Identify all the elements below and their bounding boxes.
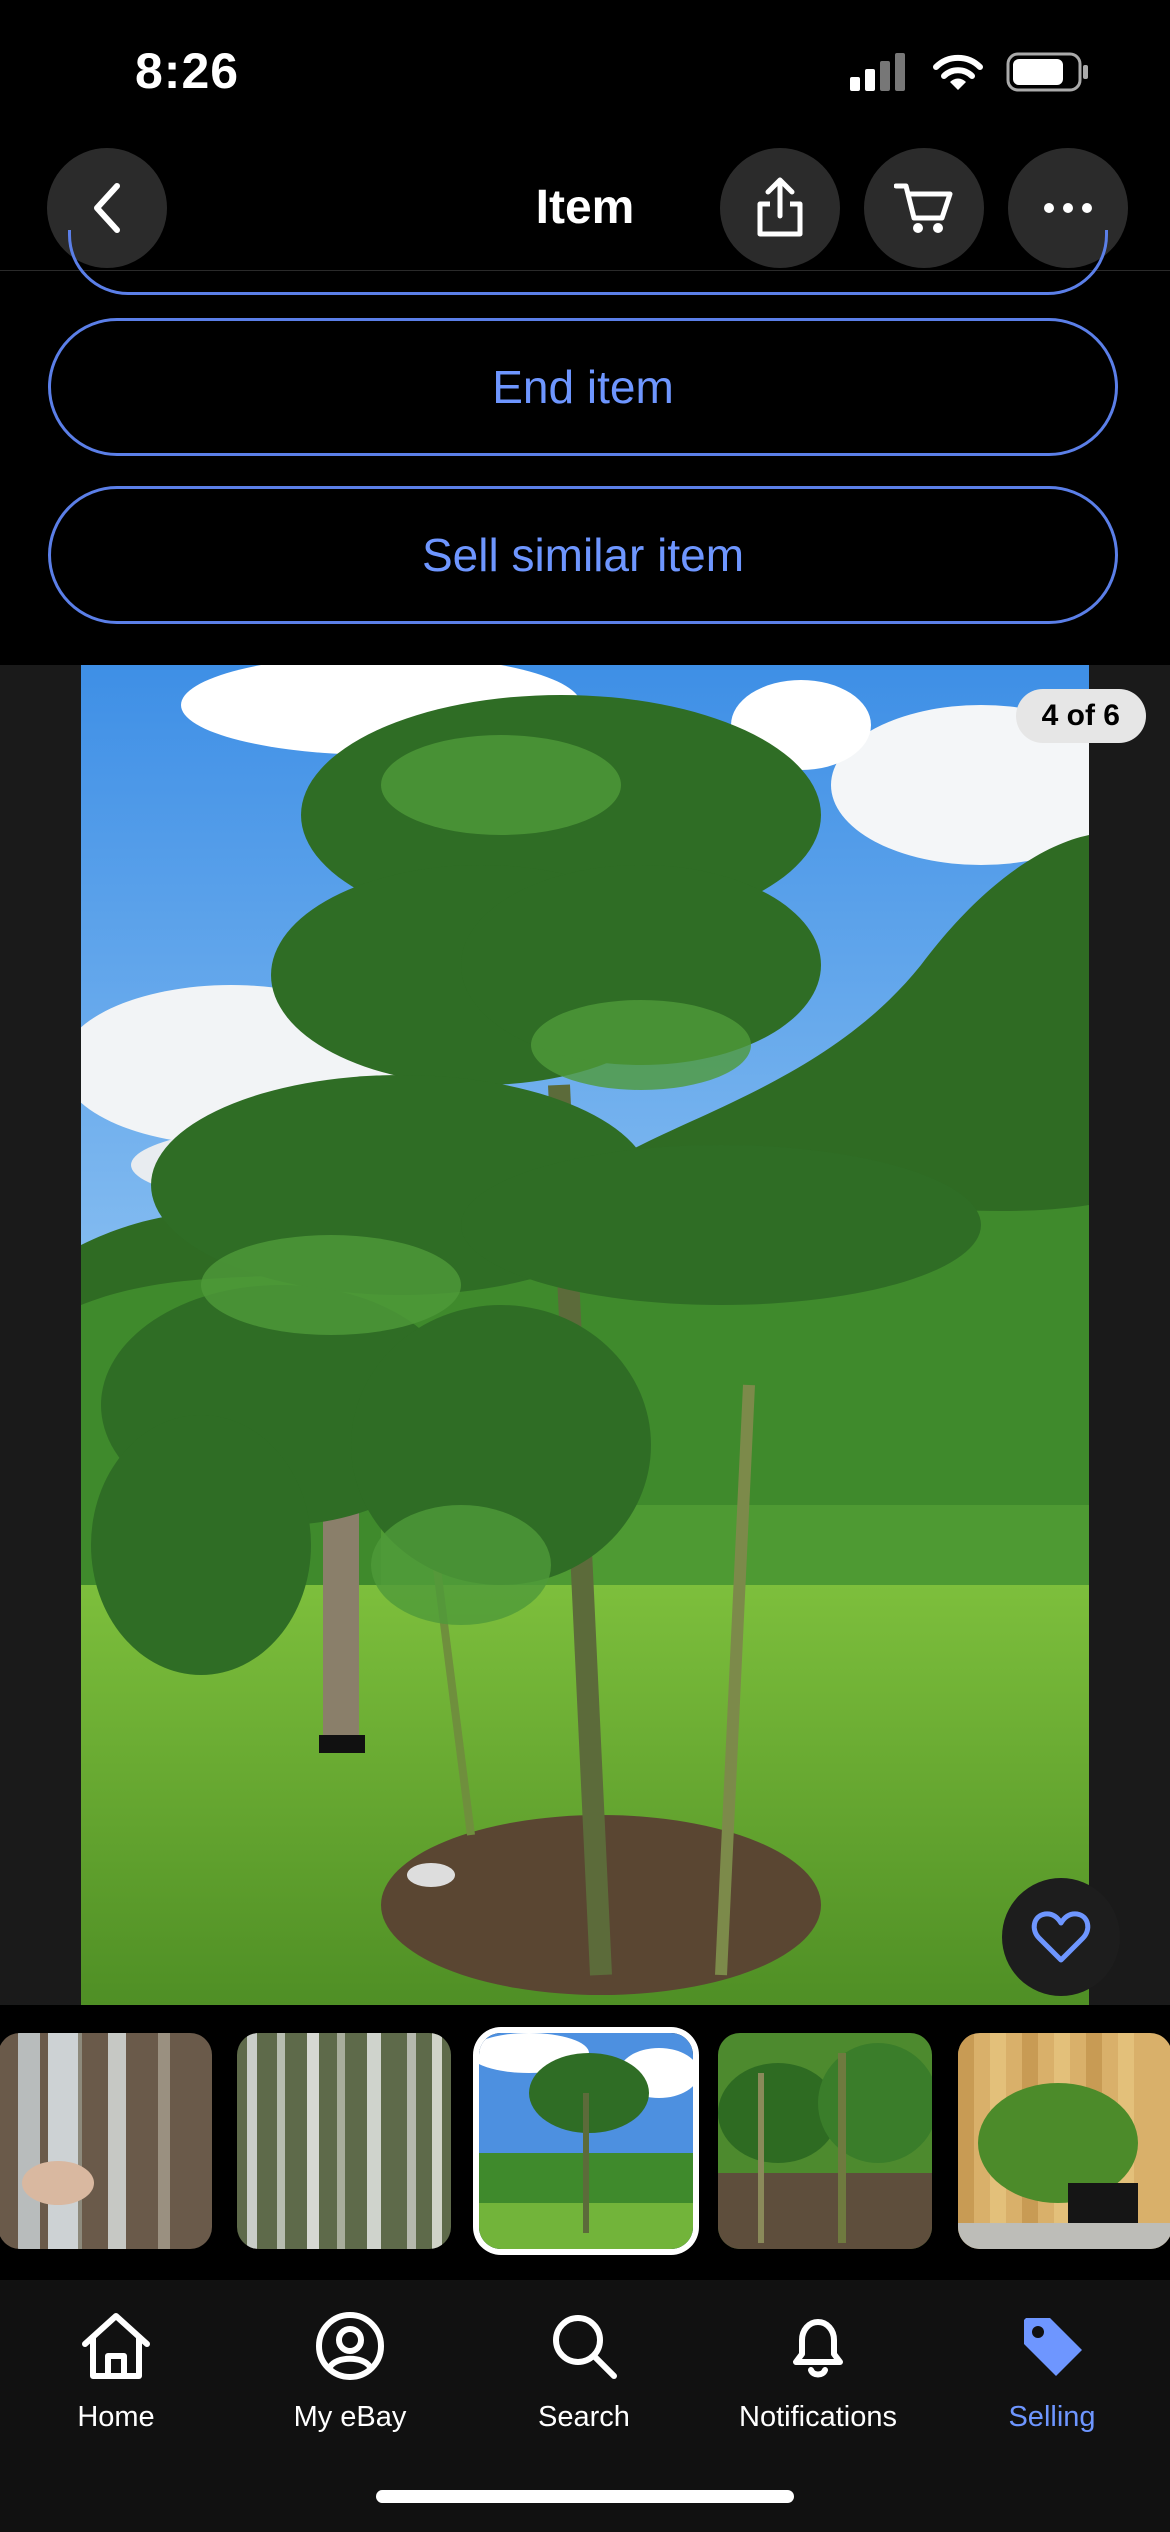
- tab-my-ebay[interactable]: My eBay: [250, 2310, 450, 2434]
- photo-counter: 4 of 6: [1015, 689, 1146, 743]
- tab-selling[interactable]: Selling: [952, 2310, 1152, 2434]
- tab-selling-label: Selling: [1008, 2401, 1096, 2433]
- page-title: Item: [535, 181, 635, 234]
- heart-icon: [1031, 1911, 1091, 1963]
- thumbnail-strip: [0, 2005, 1170, 2280]
- user-circle-icon: [316, 2312, 384, 2380]
- item-photo[interactable]: [81, 665, 1089, 2005]
- tab-home[interactable]: Home: [16, 2310, 216, 2434]
- watch-button[interactable]: [1002, 1878, 1120, 1996]
- thumbnail-3-selected[interactable]: [479, 2033, 693, 2249]
- photo-gallery[interactable]: 4 of 6: [0, 665, 1170, 2005]
- previous-button-outline: [68, 230, 1108, 295]
- tab-search-label: Search: [538, 2401, 630, 2433]
- sell-similar-button[interactable]: Sell similar item: [48, 486, 1118, 624]
- bell-icon: [793, 2319, 843, 2378]
- tab-notifications-label: Notifications: [739, 2401, 897, 2433]
- tab-notifications[interactable]: Notifications: [718, 2310, 918, 2434]
- thumbnail-5[interactable]: [958, 2033, 1170, 2249]
- thumbnail-1[interactable]: [0, 2033, 212, 2249]
- tab-search[interactable]: Search: [484, 2310, 684, 2434]
- battery-icon: [1006, 52, 1088, 92]
- cellular-signal-icon: [850, 53, 905, 91]
- tag-icon: [1024, 2318, 1082, 2376]
- end-item-button[interactable]: End item: [48, 318, 1118, 456]
- status-icons: [850, 52, 1090, 92]
- tab-my-ebay-label: My eBay: [293, 2401, 407, 2433]
- status-bar: 8:26: [0, 0, 1170, 140]
- home-icon: [82, 2313, 150, 2379]
- thumbnail-4[interactable]: [718, 2033, 932, 2249]
- more-icon: [1044, 203, 1092, 213]
- wifi-icon: [933, 54, 983, 90]
- tab-home-label: Home: [77, 2401, 155, 2433]
- status-time: 8:26: [135, 43, 240, 99]
- cart-icon: [894, 183, 953, 233]
- home-indicator: [376, 2490, 794, 2503]
- search-icon: [553, 2315, 617, 2379]
- thumbnail-2[interactable]: [237, 2033, 451, 2249]
